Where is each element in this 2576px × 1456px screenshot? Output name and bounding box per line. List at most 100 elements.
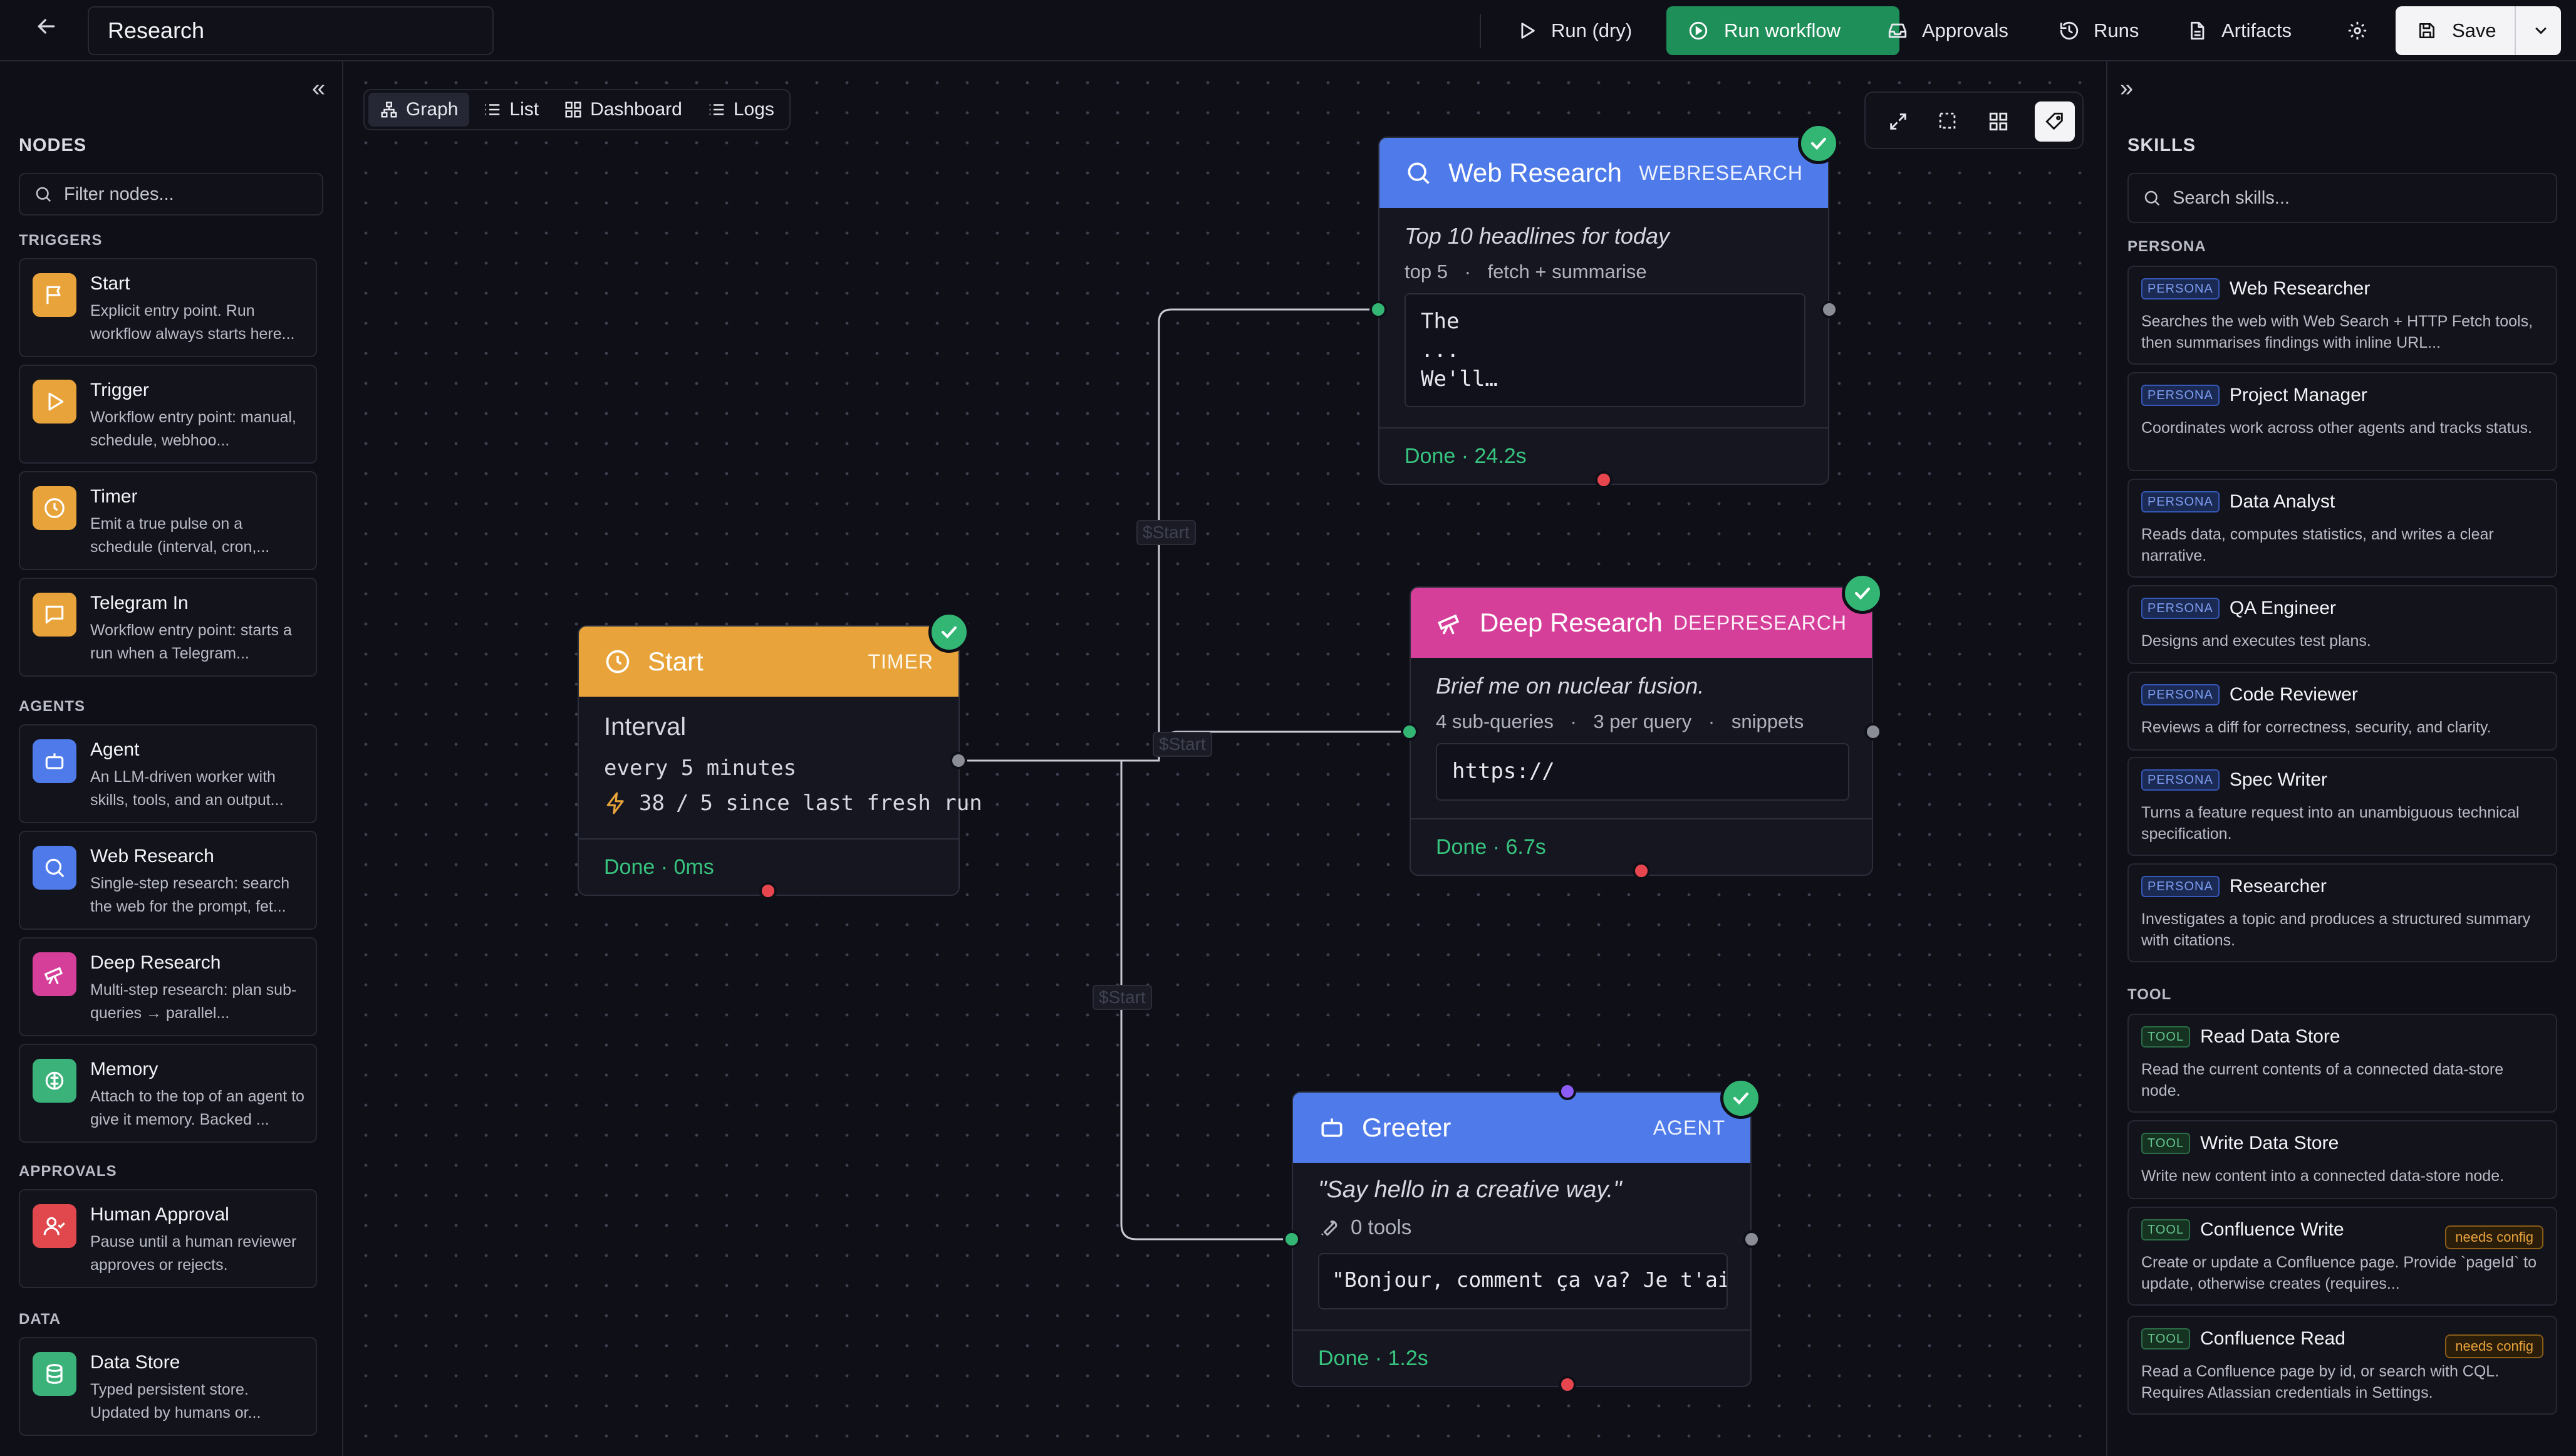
- skills-heading: SKILLS: [2127, 135, 2196, 155]
- success-check-icon: [928, 611, 970, 653]
- error-port[interactable]: [1559, 1376, 1576, 1393]
- clock-icon: [606, 650, 630, 673]
- section-data: DATA: [19, 1311, 61, 1328]
- skill-name: Data Analyst: [2229, 491, 2335, 512]
- persona-badge: PERSONA: [2141, 876, 2220, 897]
- node-card-name: Deep Research: [90, 952, 221, 973]
- node-card-desc: Attach to the top of an agent to give it…: [90, 1088, 304, 1128]
- input-port[interactable]: [1369, 301, 1387, 318]
- node-card-trigger[interactable]: Trigger Workflow entry point: manual, sc…: [19, 365, 317, 464]
- output-port[interactable]: [1743, 1230, 1760, 1248]
- node-kind: DEEPRESEARCH: [1673, 611, 1847, 634]
- collapse-left-panel-icon[interactable]: «: [312, 75, 325, 102]
- persona-badge: PERSONA: [2141, 385, 2220, 406]
- output-port[interactable]: [1864, 723, 1882, 741]
- search-icon: [1408, 162, 1430, 184]
- run-workflow-button[interactable]: Run workflow: [1666, 6, 1899, 55]
- skill-desc: Write new content into a connected data-…: [2141, 1167, 2505, 1185]
- artifacts-label: Artifacts: [2221, 19, 2292, 41]
- run-workflow-label: Run workflow: [1724, 19, 1841, 41]
- skill-card-write-data-store[interactable]: TOOL Write Data Store Write new content i…: [2127, 1120, 2557, 1199]
- node-card-agent[interactable]: Agent An LLM-driven worker with skills, …: [19, 724, 317, 823]
- back-arrow-icon[interactable]: [28, 14, 65, 48]
- persona-badge: PERSONA: [2141, 598, 2220, 619]
- node-web-research[interactable]: Web Research WEBRESEARCH Top 10 headline…: [1378, 137, 1829, 485]
- node-header: Greeter AGENT: [1293, 1093, 1750, 1163]
- needs-config-badge: needs config: [2445, 1225, 2543, 1249]
- skill-name: Confluence Read: [2200, 1328, 2345, 1349]
- error-port[interactable]: [759, 882, 777, 900]
- tool-badge: TOOL: [2141, 1026, 2191, 1048]
- error-port[interactable]: [1633, 862, 1650, 880]
- save-button[interactable]: Save: [2396, 6, 2561, 55]
- save-options-chevron-down-icon[interactable]: [2521, 6, 2561, 55]
- search-skills-placeholder: Search skills...: [2173, 187, 2290, 208]
- run-dry-button[interactable]: Run (dry): [1516, 6, 1632, 55]
- toolbar-divider: [1480, 14, 1481, 48]
- node-card-name: Timer: [90, 486, 138, 507]
- output-port[interactable]: [1820, 301, 1838, 318]
- search-skills-input[interactable]: Search skills...: [2127, 173, 2557, 223]
- edge-label: $Start: [1153, 732, 1212, 757]
- input-port[interactable]: [1283, 1230, 1301, 1248]
- tool-badge: TOOL: [2141, 1328, 2191, 1349]
- node-card-timer[interactable]: Timer Emit a true pulse on a schedule (i…: [19, 471, 317, 570]
- persona-badge: PERSONA: [2141, 684, 2220, 705]
- node-card-web-research[interactable]: Web Research Single-step research: searc…: [19, 831, 317, 930]
- node-card-telegram-in[interactable]: Telegram In Workflow entry point: starts…: [19, 578, 317, 677]
- filter-nodes-placeholder: Filter nodes...: [64, 184, 174, 204]
- save-icon: [2419, 23, 2434, 38]
- node-card-start[interactable]: Start Explicit entry point. Run workflow…: [19, 258, 317, 357]
- timer-interval: every 5 minutes: [604, 756, 797, 781]
- node-deep-research[interactable]: Deep Research DEEPRESEARCH Brief me on n…: [1410, 586, 1873, 876]
- filter-nodes-input[interactable]: Filter nodes...: [19, 173, 323, 216]
- skill-card-qa-engineer[interactable]: PERSONA QA Engineer Designs and executes …: [2127, 585, 2557, 664]
- artifacts-button[interactable]: Artifacts: [2186, 6, 2292, 55]
- skill-name: Project Manager: [2229, 385, 2367, 405]
- approvals-button[interactable]: Approvals: [1887, 6, 2008, 55]
- collapse-right-panel-icon[interactable]: »: [2120, 75, 2133, 102]
- skill-card-researcher[interactable]: PERSONA Researcher Investigates a topic a…: [2127, 863, 2557, 962]
- node-card-human-approval[interactable]: Human Approval Pause until a human revie…: [19, 1189, 317, 1288]
- skill-card-code-reviewer[interactable]: PERSONA Code Reviewer Reviews a diff for …: [2127, 672, 2557, 751]
- node-card-deep-research[interactable]: Deep Research Multi-step research: plan …: [19, 937, 317, 1036]
- section-approvals: APPROVALS: [19, 1163, 117, 1180]
- skill-card-confluence-write[interactable]: TOOL Confluence Write needs config Create…: [2127, 1207, 2557, 1306]
- input-port[interactable]: [1401, 723, 1418, 741]
- memory-port[interactable]: [1559, 1083, 1576, 1100]
- runs-button[interactable]: Runs: [2059, 6, 2139, 55]
- skill-card-project-manager[interactable]: PERSONA Project Manager Coordinates work …: [2127, 372, 2557, 471]
- skill-card-spec-writer[interactable]: PERSONA Spec Writer Turns a feature reque…: [2127, 757, 2557, 856]
- node-card-name: Trigger: [90, 380, 149, 400]
- settings-button[interactable]: [2347, 6, 2368, 55]
- skill-desc: Investigates a topic and produces a stru…: [2141, 910, 2531, 949]
- node-meta: 4 sub-queries · 3 per query · snippets: [1436, 710, 1804, 733]
- node-prompt: Top 10 headlines for today: [1405, 223, 1670, 249]
- output-port[interactable]: [950, 752, 967, 769]
- node-card-name: Start: [90, 273, 130, 294]
- node-card-memory[interactable]: Memory Attach to the top of an agent to …: [19, 1044, 317, 1143]
- skill-card-web-researcher[interactable]: PERSONA Web Researcher Searches the web w…: [2127, 266, 2557, 365]
- node-greeter[interactable]: Greeter AGENT "Say hello in a creative w…: [1292, 1091, 1752, 1387]
- skill-card-data-analyst[interactable]: PERSONA Data Analyst Reads data, computes…: [2127, 479, 2557, 578]
- approvals-label: Approvals: [1922, 19, 2008, 41]
- node-output: https://: [1436, 743, 1849, 801]
- node-card-desc: Pause until a human reviewer approves or…: [90, 1233, 297, 1274]
- node-card-desc: Emit a true pulse on a schedule (interva…: [90, 515, 270, 556]
- section-tool: TOOL: [2127, 986, 2172, 1003]
- skill-card-confluence-read[interactable]: TOOL Confluence Read needs config Read a …: [2127, 1316, 2557, 1415]
- node-tools-row: 0 tools: [1318, 1215, 1411, 1239]
- workflow-title-input[interactable]: Research: [88, 6, 494, 55]
- graph-canvas[interactable]: Graph List Dashboard Logs $Start $Start …: [345, 61, 2105, 1456]
- node-header: Deep Research DEEPRESEARCH: [1411, 588, 1872, 658]
- skill-desc: Reviews a diff for correctness, security…: [2141, 719, 2491, 736]
- gear-icon: [2348, 21, 2367, 40]
- node-start-timer[interactable]: Start TIMER Interval every 5 minutes 38 …: [578, 625, 982, 896]
- node-kind: WEBRESEARCH: [1639, 161, 1803, 184]
- skill-card-read-data-store[interactable]: TOOL Read Data Store Read the current con…: [2127, 1014, 2557, 1113]
- error-port[interactable]: [1595, 471, 1613, 489]
- meta-separator: ·: [1570, 710, 1577, 732]
- skill-desc: Designs and executes test plans.: [2141, 632, 2371, 650]
- node-card-data-store[interactable]: Data Store Typed persistent store. Updat…: [19, 1337, 317, 1436]
- search-icon: [36, 187, 51, 202]
